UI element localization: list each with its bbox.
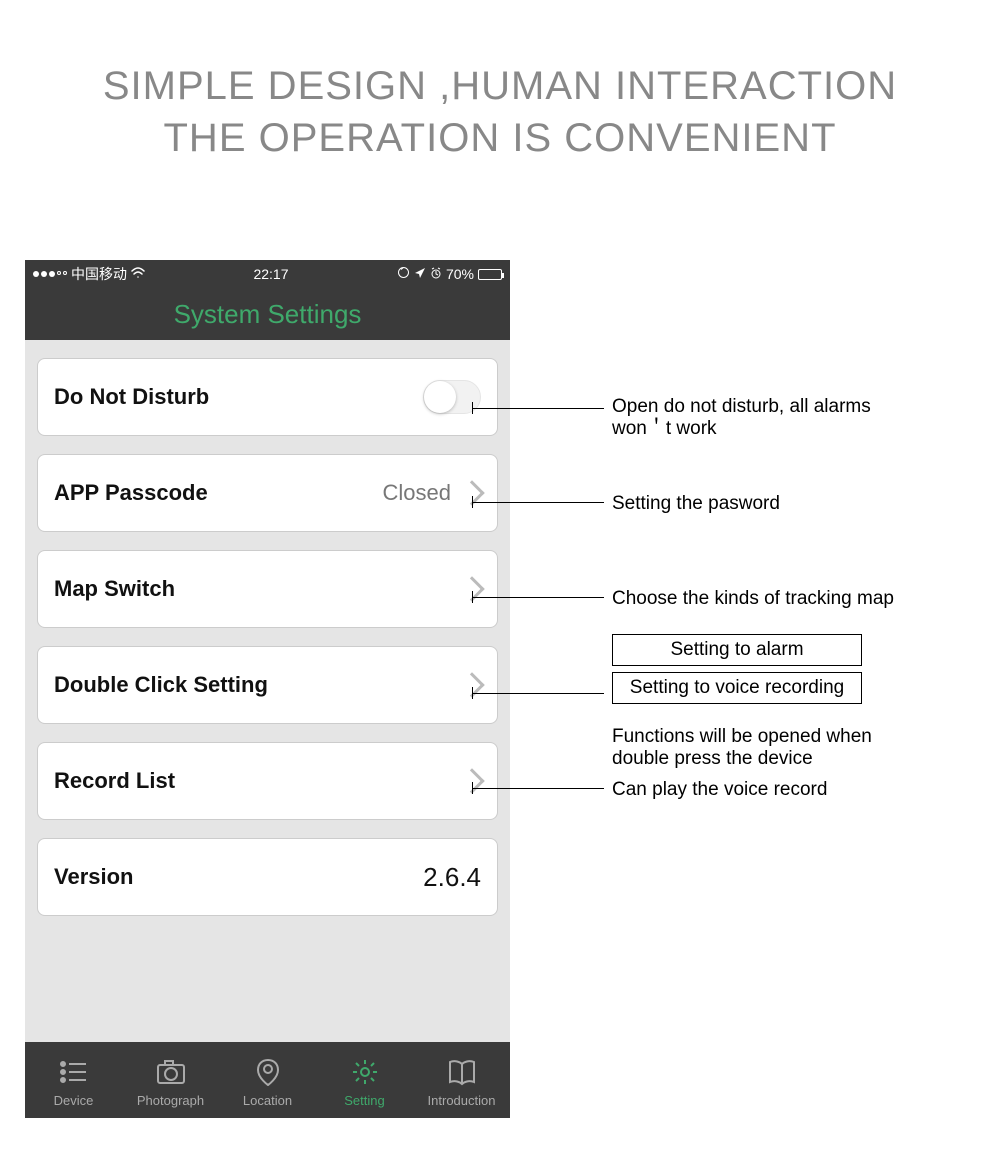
annotation-map-switch: Choose the kinds of tracking map — [612, 588, 894, 610]
row-label: Do Not Disturb — [54, 384, 209, 410]
row-do-not-disturb[interactable]: Do Not Disturb — [37, 358, 498, 436]
orientation-lock-icon — [397, 266, 410, 282]
row-label: Double Click Setting — [54, 672, 268, 698]
annotation-double-click-note: Functions will be opened when double pre… — [612, 726, 892, 770]
list-icon — [59, 1058, 89, 1089]
battery-icon — [478, 269, 502, 280]
gear-icon — [350, 1058, 380, 1089]
tab-setting[interactable]: Setting — [316, 1058, 413, 1108]
nav-bar: System Settings — [25, 288, 510, 340]
headline: SIMPLE DESIGN ,HUMAN INTERACTION THE OPE… — [0, 0, 1000, 164]
clock-label: 22:17 — [253, 266, 288, 282]
toggle-knob — [424, 381, 456, 413]
annotation-box-alarm: Setting to alarm — [612, 634, 862, 666]
row-label: Version — [54, 864, 133, 890]
battery-pct-label: 70% — [446, 266, 474, 282]
headline-line-2: THE OPERATION IS CONVENIENT — [0, 112, 1000, 164]
row-label: Record List — [54, 768, 175, 794]
status-left: 中国移动 — [33, 264, 145, 284]
connector-line — [472, 408, 604, 409]
alarm-icon — [430, 266, 442, 282]
connector-line — [472, 693, 604, 694]
row-right: Closed — [383, 480, 481, 506]
location-pin-icon — [253, 1058, 283, 1089]
connector-line — [472, 597, 604, 598]
page-title: System Settings — [174, 299, 362, 330]
connector-tick — [472, 687, 473, 699]
row-label: Map Switch — [54, 576, 175, 602]
row-record-list[interactable]: Record List — [37, 742, 498, 820]
tab-label: Device — [54, 1093, 94, 1108]
row-label: APP Passcode — [54, 480, 208, 506]
carrier-label: 中国移动 — [71, 264, 127, 284]
row-version: Version 2.6.4 — [37, 838, 498, 916]
status-bar: 中国移动 22:17 70% — [25, 260, 510, 288]
connector-tick — [472, 591, 473, 603]
tab-label: Location — [243, 1093, 292, 1108]
annotation-dnd: Open do not disturb, all alarms won＇t wo… — [612, 396, 872, 440]
connector-tick — [472, 782, 473, 794]
row-double-click-setting[interactable]: Double Click Setting — [37, 646, 498, 724]
tab-label: Photograph — [137, 1093, 204, 1108]
tab-introduction[interactable]: Introduction — [413, 1058, 510, 1108]
tab-label: Introduction — [428, 1093, 496, 1108]
connector-tick — [472, 496, 473, 508]
row-map-switch[interactable]: Map Switch — [37, 550, 498, 628]
connector-line — [472, 788, 604, 789]
annotation-box-voice: Setting to voice recording — [612, 672, 862, 704]
annotation-passcode: Setting the pasword — [612, 493, 780, 515]
row-value: 2.6.4 — [423, 862, 481, 893]
tab-photograph[interactable]: Photograph — [122, 1058, 219, 1108]
tab-location[interactable]: Location — [219, 1058, 316, 1108]
connector-line — [472, 502, 604, 503]
row-right — [451, 676, 481, 694]
settings-list: Do Not Disturb APP Passcode Closed Map S… — [25, 340, 510, 952]
tab-device[interactable]: Device — [25, 1058, 122, 1108]
row-value: Closed — [383, 480, 451, 506]
tab-label: Setting — [344, 1093, 384, 1108]
annotation-record-list: Can play the voice record — [612, 779, 827, 801]
book-icon — [447, 1058, 477, 1089]
row-app-passcode[interactable]: APP Passcode Closed — [37, 454, 498, 532]
headline-line-1: SIMPLE DESIGN ,HUMAN INTERACTION — [0, 60, 1000, 112]
location-arrow-icon — [414, 266, 426, 282]
tab-bar: Device Photograph Location Setting Intro… — [25, 1042, 510, 1118]
camera-icon — [156, 1058, 186, 1089]
row-right — [451, 580, 481, 598]
signal-icon — [33, 271, 67, 277]
status-right: 70% — [397, 266, 502, 282]
wifi-icon — [131, 266, 145, 282]
connector-tick — [472, 402, 473, 414]
phone-frame: 中国移动 22:17 70% System Settings Do Not Di… — [25, 260, 510, 1118]
